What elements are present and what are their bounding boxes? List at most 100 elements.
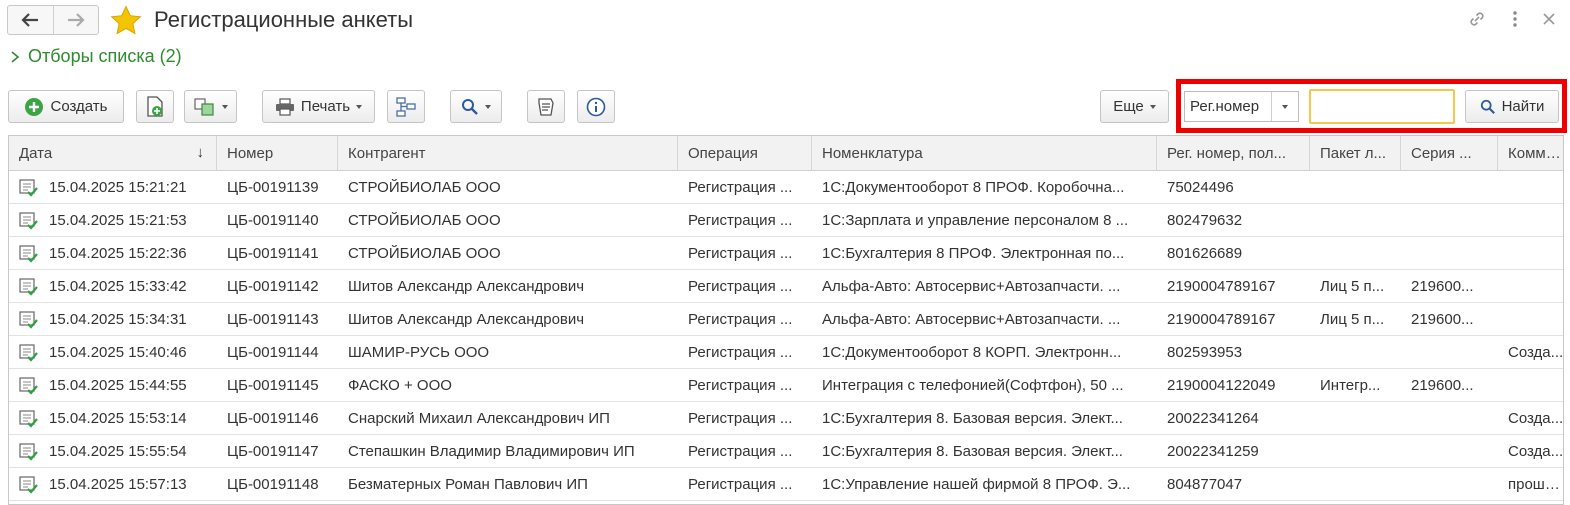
cell-number: ЦБ-00191146 xyxy=(217,402,338,434)
close-button[interactable] xyxy=(1538,8,1560,30)
cell-operation: Регистрация ... xyxy=(678,435,812,467)
cell-series xyxy=(1401,336,1498,368)
search-options-button[interactable] xyxy=(450,90,502,123)
more-actions-button[interactable] xyxy=(1504,8,1526,30)
column-header-number[interactable]: Номер xyxy=(217,136,338,170)
registration-table: Дата ↓ Номер Контрагент Операция Номенкл… xyxy=(8,135,1564,505)
column-header-operation[interactable]: Операция xyxy=(678,136,812,170)
column-header-label: Номенклатура xyxy=(822,144,923,162)
cell-comment-text: Созда... xyxy=(1508,409,1564,427)
column-header-nomenclature[interactable]: Номенклатура xyxy=(812,136,1157,170)
cell-regnum-text: 2190004122049 xyxy=(1167,376,1276,394)
favorite-star-button[interactable] xyxy=(110,5,142,35)
info-button[interactable] xyxy=(577,90,615,123)
cell-regnum-text: 802479632 xyxy=(1167,211,1243,229)
cell-counterparty-text: Безматерных Роман Павлович ИП xyxy=(348,475,588,493)
report-button[interactable] xyxy=(527,90,565,123)
cell-nomenclature-text: 1С:Бухгалтерия 8 ПРОФ. Электронная по... xyxy=(822,244,1125,262)
list-filters-toggle[interactable]: Отборы списка (2) xyxy=(10,46,182,67)
cell-operation-text: Регистрация ... xyxy=(688,178,793,196)
cell-nomenclature-text: 1С:Бухгалтерия 8. Базовая версия. Элект.… xyxy=(822,442,1123,460)
table-row[interactable]: 15.04.2025 15:21:21 ЦБ-00191139 СТРОЙБИОЛА… xyxy=(9,171,1563,204)
link-button[interactable] xyxy=(1466,8,1488,30)
search-input[interactable] xyxy=(1309,89,1455,124)
cell-package-text: Лиц 5 п... xyxy=(1320,277,1385,295)
table-row[interactable]: 15.04.2025 15:34:31 ЦБ-00191143 Шитов Алек… xyxy=(9,303,1563,336)
cell-number: ЦБ-00191148 xyxy=(217,468,338,500)
table-header: Дата ↓ Номер Контрагент Операция Номенкл… xyxy=(9,136,1563,171)
table-row[interactable]: 15.04.2025 15:57:13 ЦБ-00191148 Безматерны… xyxy=(9,468,1563,501)
cell-counterparty: Снарский Михаил Александрович ИП xyxy=(338,402,678,434)
cell-package xyxy=(1310,204,1401,236)
cell-comment: Созда... xyxy=(1498,336,1563,368)
column-header-package[interactable]: Пакет л... xyxy=(1310,136,1401,170)
more-button[interactable]: Еще xyxy=(1100,90,1169,123)
create-button[interactable]: Создать xyxy=(8,90,124,123)
column-header-counterparty[interactable]: Контрагент xyxy=(338,136,678,170)
cell-comment xyxy=(1498,171,1563,203)
table-row[interactable]: 15.04.2025 15:22:36 ЦБ-00191141 СТРОЙБИОЛА… xyxy=(9,237,1563,270)
print-button[interactable]: Печать xyxy=(262,90,375,123)
column-header-series[interactable]: Серия ... xyxy=(1401,136,1498,170)
cell-date-text: 15.04.2025 15:53:14 xyxy=(49,409,187,427)
table-row[interactable]: 15.04.2025 15:21:53 ЦБ-00191140 СТРОЙБИОЛА… xyxy=(9,204,1563,237)
find-button[interactable]: Найти xyxy=(1465,90,1559,123)
cell-operation: Регистрация ... xyxy=(678,171,812,203)
table-row[interactable]: 15.04.2025 15:55:54 ЦБ-00191147 Степашкин … xyxy=(9,435,1563,468)
cell-nomenclature-text: 1С:Документооборот 8 КОРП. Электронн... xyxy=(822,343,1122,361)
table-row[interactable]: 15.04.2025 15:53:14 ЦБ-00191146 Снарский М… xyxy=(9,402,1564,435)
create-based-on-button[interactable] xyxy=(184,90,237,123)
cell-operation: Регистрация ... xyxy=(678,303,812,335)
cell-number: ЦБ-00191147 xyxy=(217,435,338,467)
cell-operation-text: Регистрация ... xyxy=(688,310,793,328)
cell-date: 15.04.2025 15:34:31 xyxy=(9,303,217,335)
cell-package xyxy=(1310,171,1401,203)
structure-button[interactable] xyxy=(387,90,425,123)
cell-regnum: 804877047 xyxy=(1157,468,1310,500)
cell-number-text: ЦБ-00191139 xyxy=(227,178,319,196)
close-icon xyxy=(1543,13,1555,25)
print-button-label: Печать xyxy=(300,98,351,115)
cell-package: Лиц 5 п... xyxy=(1310,270,1401,302)
info-icon xyxy=(586,97,606,116)
cell-date-text: 15.04.2025 15:21:21 xyxy=(49,178,187,196)
search-field-value: Рег.номер xyxy=(1190,98,1260,115)
filters-label: Отборы списка (2) xyxy=(28,46,182,66)
column-header-date[interactable]: Дата ↓ xyxy=(9,136,217,170)
sort-descending-icon: ↓ xyxy=(196,144,205,161)
cell-operation-text: Регистрация ... xyxy=(688,277,793,295)
cell-date: 15.04.2025 15:55:54 xyxy=(9,435,217,467)
cell-operation: Регистрация ... xyxy=(678,237,812,269)
back-button[interactable] xyxy=(8,6,53,34)
cell-operation-text: Регистрация ... xyxy=(688,442,793,460)
cell-regnum-text: 2190004789167 xyxy=(1167,310,1276,328)
search-field-select[interactable]: Рег.номер xyxy=(1184,91,1299,122)
cell-series xyxy=(1401,402,1498,434)
cell-package xyxy=(1310,468,1401,500)
cell-regnum: 802593953 xyxy=(1157,336,1310,368)
cell-date-text: 15.04.2025 15:40:46 xyxy=(49,343,187,361)
cell-operation: Регистрация ... xyxy=(678,270,812,302)
column-header-regnum[interactable]: Рег. номер, пол... xyxy=(1157,136,1310,170)
cell-counterparty-text: СТРОЙБИОЛАБ ООО xyxy=(348,211,501,229)
more-vertical-icon xyxy=(1513,11,1517,27)
table-row[interactable]: 15.04.2025 15:40:46 ЦБ-00191144 ШАМИР-РУСЬ… xyxy=(9,336,1563,369)
link-icon xyxy=(1470,12,1484,26)
copy-button[interactable] xyxy=(136,90,174,123)
cell-operation-text: Регистрация ... xyxy=(688,343,793,361)
cell-counterparty-text: ШАМИР-РУСЬ ООО xyxy=(348,343,490,361)
dropdown-button[interactable] xyxy=(1271,92,1298,121)
cell-nomenclature-text: Интеграция с телефонией(Софтфон), 50 ... xyxy=(822,376,1124,394)
cell-package: Лиц 5 п... xyxy=(1310,303,1401,335)
cell-date: 15.04.2025 15:53:14 xyxy=(9,402,217,434)
cell-operation-text: Регистрация ... xyxy=(688,409,793,427)
forward-button[interactable] xyxy=(52,6,99,34)
table-row[interactable]: 15.04.2025 15:44:55 ЦБ-00191145 ФАСКО + ОО… xyxy=(9,369,1563,402)
cell-regnum-text: 20022341264 xyxy=(1167,409,1259,427)
cell-counterparty: Степашкин Владимир Владимирович ИП xyxy=(338,435,678,467)
cell-nomenclature-text: Альфа-Авто: Автосервис+Автозапчасти. ... xyxy=(822,310,1121,328)
column-header-comment[interactable]: Комме... xyxy=(1498,136,1563,170)
table-row[interactable]: 15.04.2025 15:33:42 ЦБ-00191142 Шитов Алек… xyxy=(9,270,1563,303)
cell-date-text: 15.04.2025 15:57:13 xyxy=(49,475,187,493)
cell-comment xyxy=(1498,369,1563,401)
